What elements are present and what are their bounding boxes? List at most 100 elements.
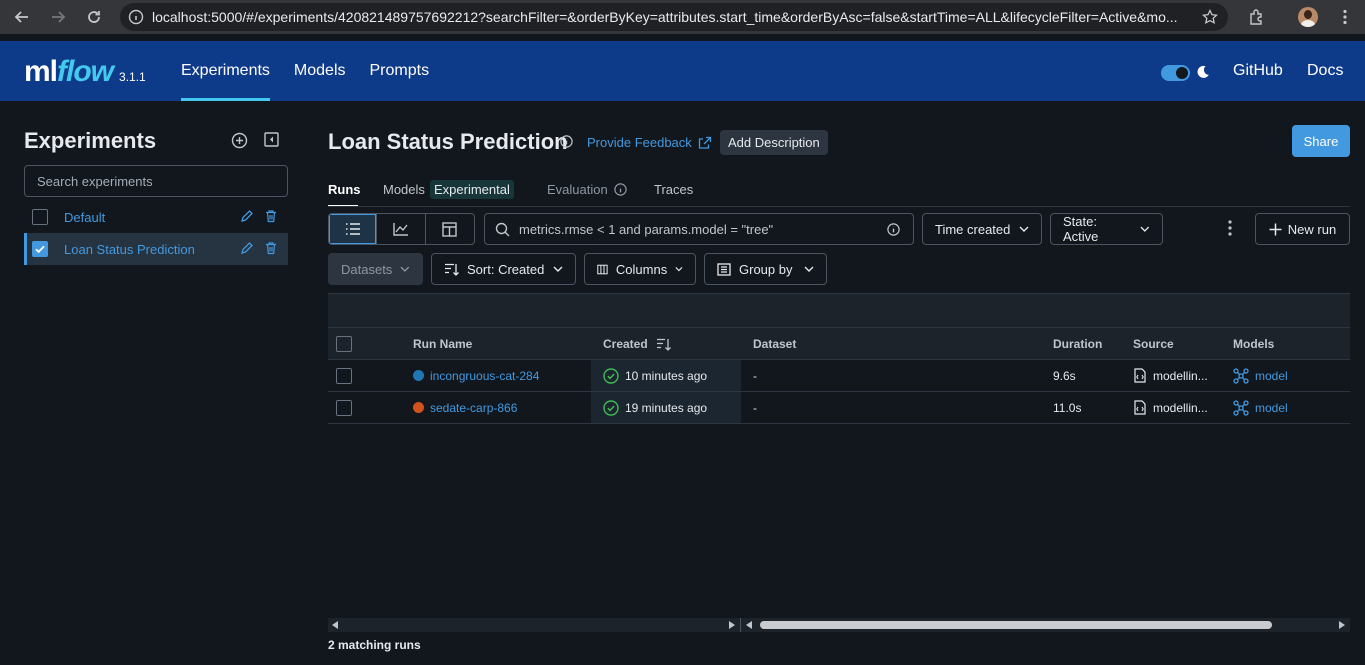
scroll-left-icon[interactable] <box>332 621 339 629</box>
run-color-dot[interactable] <box>413 402 424 413</box>
scroll-right-icon[interactable] <box>1338 621 1345 629</box>
github-link[interactable]: GitHub <box>1233 41 1283 101</box>
scroll-right-icon[interactable] <box>728 621 735 629</box>
column-dataset[interactable]: Dataset <box>753 328 796 360</box>
arrow-left-icon <box>14 11 28 23</box>
tab-models[interactable]: Models <box>383 181 425 207</box>
model-link[interactable]: model <box>1255 369 1288 383</box>
forward-button[interactable] <box>40 0 76 34</box>
collapse-sidebar-icon[interactable] <box>264 132 279 147</box>
table-view-button[interactable] <box>329 214 378 244</box>
browser-menu-icon[interactable] <box>1330 0 1360 34</box>
sort-dropdown[interactable]: Sort: Created <box>431 253 576 285</box>
profile-avatar[interactable] <box>1298 7 1318 27</box>
column-created[interactable]: Created <box>603 328 671 360</box>
created-cell: 10 minutes ago <box>591 360 741 391</box>
columns-icon <box>597 264 608 274</box>
dataset-cell: - <box>753 400 757 415</box>
experiment-checkbox-checked[interactable] <box>32 241 48 257</box>
search-help-icon[interactable] <box>873 222 913 236</box>
search-experiments-input[interactable]: Search experiments <box>24 165 288 197</box>
run-search-box[interactable] <box>484 213 914 245</box>
tab-divider <box>328 206 1350 207</box>
table-group-header <box>328 294 1350 327</box>
source-cell[interactable]: modellin... <box>1133 392 1208 423</box>
row-checkbox[interactable] <box>336 392 352 423</box>
site-info-icon[interactable] <box>120 9 152 25</box>
page-title: Loan Status Prediction <box>328 129 568 154</box>
group-by-dropdown[interactable]: Group by <box>704 253 827 285</box>
run-name-cell[interactable]: incongruous-cat-284 <box>413 360 539 391</box>
nav-models[interactable]: Models <box>294 41 346 101</box>
add-description-button[interactable]: Add Description <box>720 130 828 155</box>
chevron-down-icon <box>1140 226 1150 232</box>
mlflow-logo[interactable]: ml flow 3.1.1 <box>24 55 146 88</box>
edit-icon[interactable] <box>235 209 259 223</box>
create-experiment-icon[interactable] <box>231 132 248 149</box>
column-models[interactable]: Models <box>1233 328 1274 360</box>
columns-dropdown[interactable]: Columns <box>584 253 696 285</box>
artifact-view-button[interactable] <box>426 214 474 244</box>
sort-desc-icon <box>656 338 671 351</box>
column-run-name[interactable]: Run Name <box>413 328 472 360</box>
group-by-label: Group by <box>739 261 793 277</box>
address-bar[interactable]: localhost:5000/#/experiments/42082148975… <box>120 3 1228 31</box>
column-source[interactable]: Source <box>1133 328 1174 360</box>
scroll-left-icon[interactable] <box>746 621 753 629</box>
tab-traces[interactable]: Traces <box>654 181 693 207</box>
models-cell[interactable]: model <box>1233 360 1288 391</box>
success-check-icon <box>603 399 619 416</box>
notebook-icon <box>1134 400 1146 415</box>
logo-flow-text: flow <box>57 55 114 88</box>
back-button[interactable] <box>4 0 40 34</box>
search-icon <box>485 222 519 237</box>
column-duration[interactable]: Duration <box>1053 328 1102 360</box>
chart-view-button[interactable] <box>377 214 426 244</box>
state-dropdown[interactable]: State: Active <box>1050 213 1163 245</box>
table-row[interactable]: incongruous-cat-284 10 minutes ago - 9.6… <box>328 360 1350 392</box>
delete-icon[interactable] <box>259 209 283 223</box>
horizontal-scrollbar[interactable] <box>328 618 1350 632</box>
model-link[interactable]: model <box>1255 401 1288 415</box>
tab-evaluation[interactable]: Evaluation <box>547 181 627 207</box>
run-color-dot[interactable] <box>413 370 424 381</box>
tab-runs[interactable]: Runs <box>328 181 361 207</box>
select-all-checkbox[interactable] <box>336 328 352 360</box>
success-check-icon <box>603 367 619 384</box>
dark-mode-toggle[interactable] <box>1161 65 1190 81</box>
bookmark-star-icon[interactable] <box>1192 9 1228 25</box>
models-cell[interactable]: model <box>1233 392 1288 423</box>
nav-experiments[interactable]: Experiments <box>181 41 270 101</box>
provide-feedback-link[interactable]: Provide Feedback <box>587 135 712 150</box>
run-name-link[interactable]: incongruous-cat-284 <box>430 369 539 383</box>
info-icon[interactable] <box>560 135 573 148</box>
new-run-button[interactable]: New run <box>1255 213 1350 245</box>
share-button[interactable]: Share <box>1292 125 1350 157</box>
scrollbar-thumb[interactable] <box>760 621 1272 629</box>
plus-icon <box>1269 223 1282 235</box>
experiment-checkbox[interactable] <box>32 209 48 225</box>
edit-icon[interactable] <box>235 241 259 255</box>
time-created-dropdown[interactable]: Time created <box>922 213 1042 245</box>
check-icon <box>35 245 45 254</box>
model-icon <box>1233 399 1249 416</box>
run-search-input[interactable] <box>519 221 873 237</box>
run-name-cell[interactable]: sedate-carp-866 <box>413 392 517 423</box>
table-row[interactable]: sedate-carp-866 19 minutes ago - 11.0s m… <box>328 392 1350 424</box>
state-label: State: Active <box>1063 214 1099 244</box>
more-options-icon[interactable] <box>1222 219 1238 237</box>
top-nav: Experiments Models Prompts <box>181 41 453 101</box>
nav-prompts[interactable]: Prompts <box>370 41 430 101</box>
scrollbar-divider <box>740 618 741 632</box>
run-name-link[interactable]: sedate-carp-866 <box>430 401 517 415</box>
chevron-down-icon <box>675 267 683 272</box>
source-cell[interactable]: modellin... <box>1133 360 1208 391</box>
delete-icon[interactable] <box>259 241 283 255</box>
row-checkbox[interactable] <box>336 360 352 391</box>
reload-button[interactable] <box>76 0 112 34</box>
view-mode-switcher <box>328 213 475 245</box>
datasets-dropdown[interactable]: Datasets <box>328 253 423 285</box>
docs-link[interactable]: Docs <box>1307 41 1343 101</box>
extensions-icon[interactable] <box>1240 0 1274 34</box>
model-icon <box>1233 367 1249 384</box>
